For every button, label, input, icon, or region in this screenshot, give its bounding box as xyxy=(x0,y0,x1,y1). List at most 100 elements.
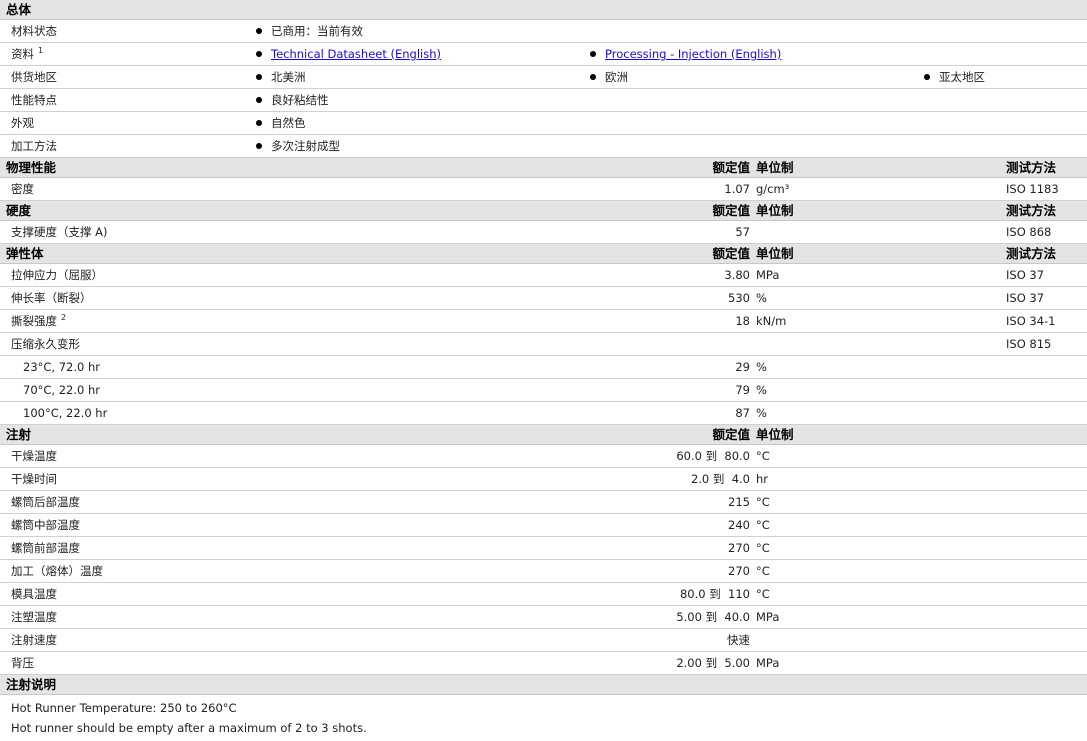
property-value: 29 xyxy=(735,360,750,374)
property-label: 70°C, 22.0 hr xyxy=(23,383,101,397)
property-value: 5.00 到 40.0 xyxy=(676,610,750,624)
property-row: 23°C, 72.0 hr 29% xyxy=(0,356,1087,379)
row-appearance: 外观 自然色 xyxy=(0,112,1087,135)
property-value: 530 xyxy=(728,291,750,305)
property-unit: % xyxy=(756,291,767,305)
property-value: 80.0 到 110 xyxy=(679,587,750,601)
bullet-icon xyxy=(256,96,262,103)
row-processing-method: 加工方法 多次注射成型 xyxy=(0,135,1087,158)
property-label: 密度 xyxy=(11,182,34,196)
bullet-icon xyxy=(256,142,262,149)
test-method: ISO 37 xyxy=(1006,268,1045,282)
property-unit: °C xyxy=(756,541,770,555)
property-value: 215 xyxy=(728,495,750,509)
property-row: 螺筒后部温度 215 °C xyxy=(0,491,1087,514)
property-row: 100°C, 22.0 hr 87% xyxy=(0,402,1087,425)
technical-datasheet-link[interactable]: Technical Datasheet (English) xyxy=(271,47,441,61)
bullet-icon xyxy=(256,27,262,34)
property-label: 模具温度 xyxy=(11,587,57,601)
property-value: 87 xyxy=(735,406,750,420)
property-unit: % xyxy=(756,406,767,420)
property-unit: °C xyxy=(756,518,770,532)
bullet-icon xyxy=(256,50,262,57)
property-value: 1.07 xyxy=(724,182,750,196)
property-label: 干燥温度 xyxy=(11,449,57,463)
property-label: 注塑温度 xyxy=(11,610,57,624)
test-method: ISO 37 xyxy=(1006,291,1045,305)
property-row: 干燥温度 60.0 到 80.0 °C xyxy=(0,445,1087,468)
property-unit: kN/m xyxy=(756,314,787,328)
bullet-icon xyxy=(590,73,596,80)
bullet-icon xyxy=(256,73,262,80)
test-method: ISO 1183 xyxy=(1006,182,1059,196)
bullet-icon xyxy=(924,73,930,80)
section-header-physical: 物理性能 额定值 单位制 测试方法 xyxy=(0,158,1087,178)
property-label: 拉伸应力（屈服） xyxy=(11,268,103,282)
property-label: 螺筒后部温度 xyxy=(11,495,80,509)
row-material-status: 材料状态 已商用：当前有效 xyxy=(0,20,1087,43)
property-row: 密度 1.07 g/cm³ ISO 1183 xyxy=(0,178,1087,201)
property-unit: °C xyxy=(756,449,770,463)
property-value: 2.0 到 4.0 xyxy=(690,472,750,486)
processing-injection-link[interactable]: Processing - Injection (English) xyxy=(605,47,781,61)
property-unit: % xyxy=(756,383,767,397)
test-method: ISO 815 xyxy=(1006,337,1052,351)
property-row: 撕裂强度 2 18 kN/m ISO 34-1 xyxy=(0,310,1087,333)
property-row: 压缩永久变形 ISO 815 xyxy=(0,333,1087,356)
property-row: 注射速度 快速 xyxy=(0,629,1087,652)
property-label: 背压 xyxy=(11,656,34,670)
property-row: 螺筒前部温度 270 °C xyxy=(0,537,1087,560)
property-row: 模具温度 80.0 到 110 °C xyxy=(0,583,1087,606)
property-label: 螺筒前部温度 xyxy=(11,541,80,555)
property-row: 干燥时间 2.0 到 4.0 hr xyxy=(0,468,1087,491)
property-row: 支撑硬度（支撑 A) 57 ISO 868 xyxy=(0,221,1087,244)
property-row: 拉伸应力（屈服） 3.80 MPa ISO 37 xyxy=(0,264,1087,287)
property-row: 螺筒中部温度 240 °C xyxy=(0,514,1087,537)
note-line: Hot Runner Temperature: 250 to 260°C xyxy=(11,701,237,715)
property-value: 270 xyxy=(728,541,750,555)
row-features: 性能特点 良好粘结性 xyxy=(0,89,1087,112)
property-label: 撕裂强度 xyxy=(11,314,57,328)
note-line: Hot runner should be empty after a maxim… xyxy=(11,721,367,735)
footnote-1: 1 xyxy=(38,46,44,55)
section-header-notes: 注射说明 xyxy=(0,675,1087,695)
property-unit: MPa xyxy=(756,610,780,624)
property-label: 压缩永久变形 xyxy=(11,337,80,351)
property-value: 240 xyxy=(728,518,750,532)
section-header-general: 总体 xyxy=(0,0,1087,20)
property-label: 螺筒中部温度 xyxy=(11,518,80,532)
property-value: 18 xyxy=(735,314,750,328)
property-row: 伸长率（断裂） 530% ISO 37 xyxy=(0,287,1087,310)
footnote: 2 xyxy=(61,313,67,322)
property-label: 23°C, 72.0 hr xyxy=(23,360,101,374)
property-value: 79 xyxy=(735,383,750,397)
property-label: 支撑硬度（支撑 A) xyxy=(11,225,108,239)
row-documents: 资料 1 Technical Datasheet (English) Proces… xyxy=(0,43,1087,66)
row-availability: 供货地区 北美洲 欧洲 亚太地区 xyxy=(0,66,1087,89)
property-row: 加工（熔体）温度 270 °C xyxy=(0,560,1087,583)
property-unit: °C xyxy=(756,495,770,509)
property-label: 加工（熔体）温度 xyxy=(11,564,103,578)
bullet-icon xyxy=(590,50,596,57)
property-unit: hr xyxy=(756,472,769,486)
property-unit: % xyxy=(756,360,767,374)
property-unit: °C xyxy=(756,587,770,601)
notes-section: 注射说明 Hot Runner Temperature: 250 to 260°… xyxy=(0,675,1087,741)
property-unit: g/cm³ xyxy=(756,182,790,196)
test-method: ISO 868 xyxy=(1006,225,1052,239)
property-row: 注塑温度 5.00 到 40.0 MPa xyxy=(0,606,1087,629)
bullet-icon xyxy=(256,119,262,126)
section-header-injection: 注射 额定值 单位制 xyxy=(0,425,1087,445)
property-value: 3.80 xyxy=(724,268,750,282)
property-label: 干燥时间 xyxy=(11,472,57,486)
property-unit: MPa xyxy=(756,268,780,282)
property-value: 2.00 到 5.00 xyxy=(676,656,750,670)
property-row: 背压 2.00 到 5.00 MPa xyxy=(0,652,1087,675)
property-value: 快速 xyxy=(727,633,750,647)
property-unit: MPa xyxy=(756,656,780,670)
property-tables: 物理性能 额定值 单位制 测试方法密度 1.07 g/cm³ ISO 1183 硬度 额定值 单位… xyxy=(0,158,1087,675)
property-row: 70°C, 22.0 hr 79% xyxy=(0,379,1087,402)
property-value: 270 xyxy=(728,564,750,578)
section-header-hardness: 硬度 额定值 单位制 测试方法 xyxy=(0,201,1087,221)
property-label: 伸长率（断裂） xyxy=(11,291,92,305)
